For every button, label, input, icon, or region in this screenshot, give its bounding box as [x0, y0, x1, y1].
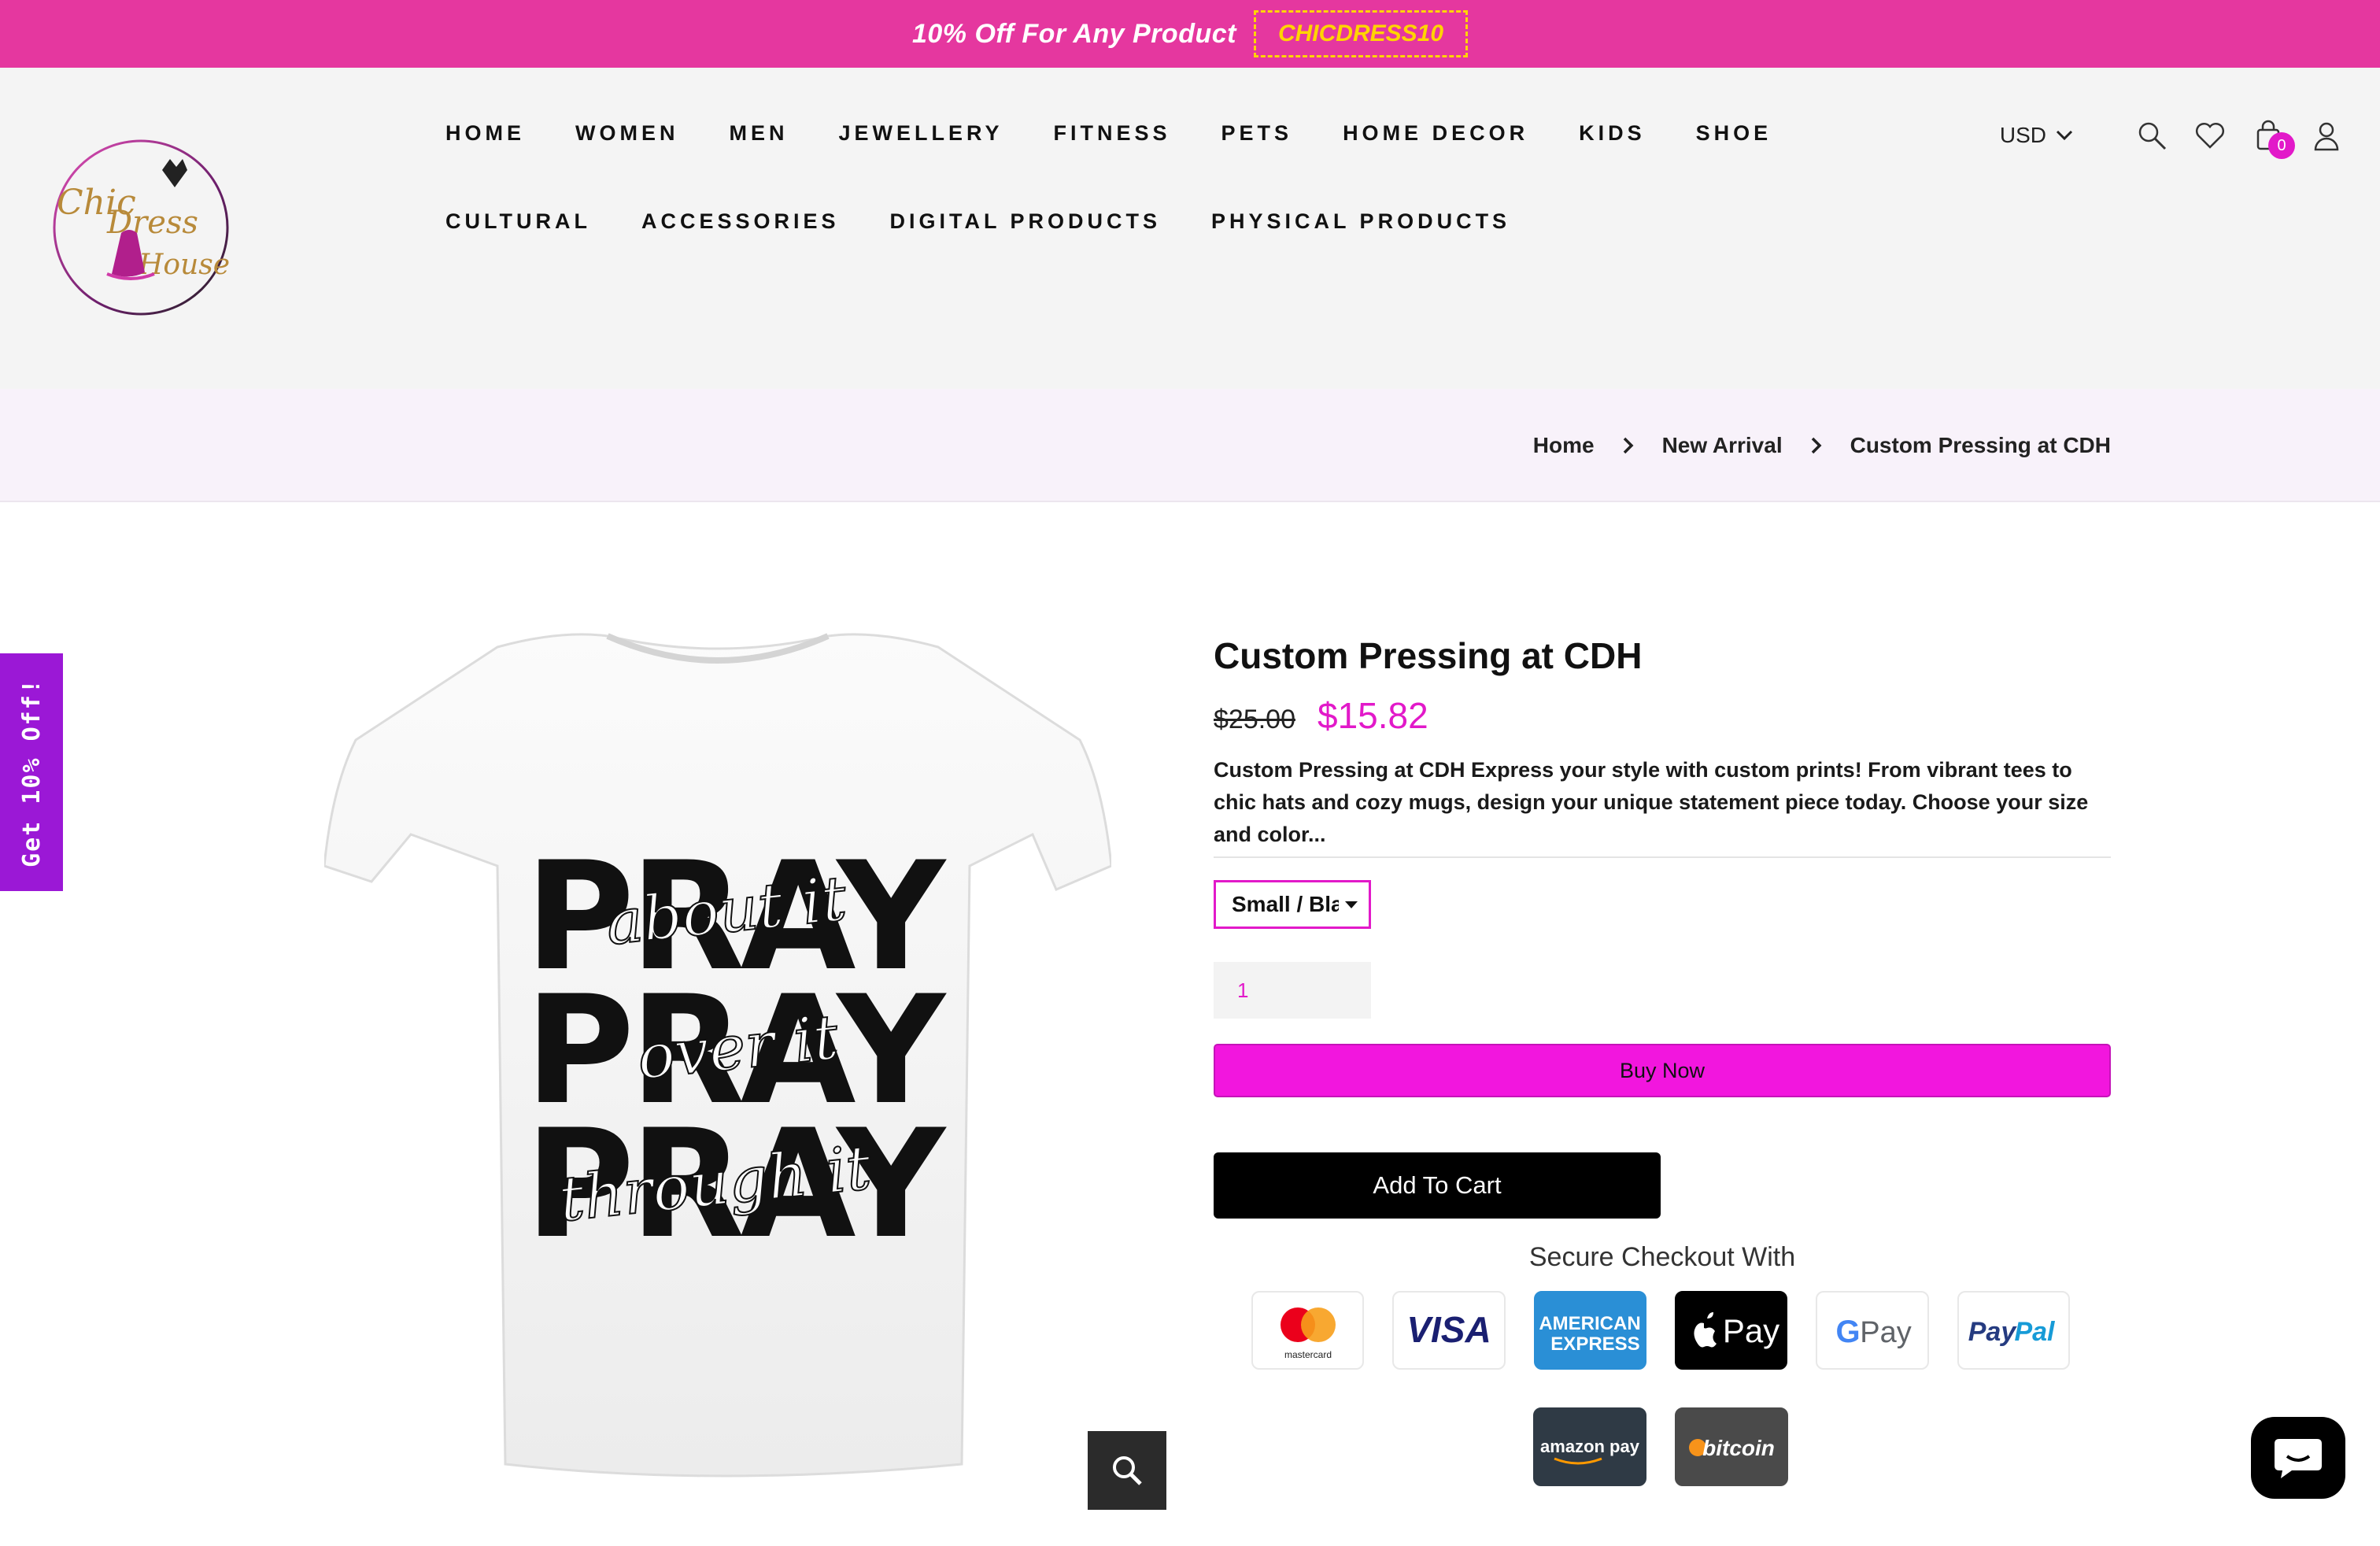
amazon-pay-icon: amazon pay	[1533, 1407, 1646, 1486]
svg-text:Pal: Pal	[2015, 1317, 2057, 1347]
svg-text:EXPRESS: EXPRESS	[1551, 1333, 1640, 1355]
google-pay-icon: G Pay	[1816, 1291, 1929, 1370]
breadcrumb-bar: Home New Arrival Custom Pressing at CDH	[0, 389, 2380, 502]
nav-jewellery[interactable]: JEWELLERY	[838, 121, 1003, 146]
currency-label: USD	[1999, 123, 2046, 147]
bitcoin-icon: bitcoin	[1675, 1407, 1788, 1486]
price-block: $25.00 $15.82	[1214, 694, 1428, 737]
nav-men[interactable]: MEN	[729, 121, 788, 146]
product-image[interactable]: PRAY PRAY PRAY about it over it through …	[323, 630, 1113, 1496]
site-logo[interactable]: Chic Dress House	[52, 139, 230, 316]
search-icon[interactable]	[2136, 120, 2168, 151]
sale-price: $15.82	[1318, 695, 1428, 736]
add-to-cart-button[interactable]: Add To Cart	[1214, 1152, 1661, 1219]
mastercard-icon: mastercard	[1251, 1291, 1365, 1370]
nav-home[interactable]: HOME	[445, 121, 525, 146]
nav-home-decor[interactable]: HOME DECOR	[1343, 121, 1528, 146]
discount-side-tab[interactable]: Get 10% Off!	[0, 653, 63, 891]
secure-checkout-title: Secure Checkout With	[1528, 1242, 1796, 1272]
compare-at-price: $25.00	[1214, 705, 1295, 734]
nav-cultural[interactable]: CULTURAL	[445, 209, 591, 234]
nav-physical-products[interactable]: PHYSICAL PRODUCTS	[1211, 209, 1510, 234]
promo-code[interactable]: CHICDRESS10	[1253, 10, 1469, 57]
nav-shoe[interactable]: SHOE	[1696, 121, 1772, 146]
american-express-icon: AMERICAN EXPRESS	[1533, 1291, 1646, 1370]
divider	[1214, 856, 2111, 858]
svg-text:bitcoin: bitcoin	[1702, 1436, 1775, 1460]
svg-text:mastercard: mastercard	[1284, 1349, 1332, 1360]
nav-accessories[interactable]: ACCESSORIES	[641, 209, 840, 234]
product-title: Custom Pressing at CDH	[1214, 635, 1643, 676]
chevron-right-icon	[1623, 437, 1634, 454]
announcement-bar: 10% Off For Any Product CHICDRESS10	[0, 0, 2380, 68]
breadcrumb-home[interactable]: Home	[1533, 433, 1595, 458]
svg-text:AMERICAN: AMERICAN	[1539, 1313, 1641, 1334]
cart-count-badge: 0	[2268, 132, 2295, 159]
discount-side-tab-label: Get 10% Off!	[17, 677, 46, 867]
svg-text:VISA: VISA	[1406, 1309, 1491, 1350]
caret-down-icon	[1345, 901, 1358, 908]
variant-selected-value: Small / Black	[1232, 892, 1339, 916]
breadcrumb: Home New Arrival Custom Pressing at CDH	[1533, 433, 2111, 458]
quantity-input[interactable]: 1	[1214, 962, 1371, 1019]
nav-pets[interactable]: PETS	[1221, 121, 1293, 146]
svg-text:Pay: Pay	[1722, 1312, 1779, 1349]
zoom-button[interactable]	[1088, 1431, 1166, 1510]
payment-methods: mastercard VISA AMERICAN EXPRESS Pay G P…	[1251, 1291, 2070, 1524]
product-description: Custom Pressing at CDH Express your styl…	[1214, 758, 2089, 846]
paypal-icon: Pay Pal	[1957, 1291, 2070, 1370]
wishlist-heart-icon[interactable]	[2194, 120, 2226, 151]
currency-selector[interactable]: USD	[2000, 123, 2073, 148]
nav-women[interactable]: WOMEN	[575, 121, 678, 146]
nav-fitness[interactable]: FITNESS	[1054, 121, 1171, 146]
nav-kids[interactable]: KIDS	[1579, 121, 1646, 146]
svg-text:Pay: Pay	[1968, 1317, 2018, 1347]
chevron-down-icon	[2056, 130, 2073, 141]
variant-select[interactable]: Small / Black	[1214, 880, 1371, 929]
chat-bubble-icon	[2275, 1439, 2322, 1478]
svg-text:Dress: Dress	[106, 205, 198, 241]
header-tools: USD 0	[2000, 120, 2342, 159]
apple-pay-icon: Pay	[1675, 1291, 1788, 1370]
announcement-message: 10% Off For Any Product	[911, 18, 1236, 49]
magnifier-icon	[1113, 1456, 1142, 1485]
chevron-right-icon	[1811, 437, 1822, 454]
breadcrumb-new-arrival[interactable]: New Arrival	[1662, 433, 1783, 458]
site-header: Chic Dress House HOME WOMEN MEN JEWELLER…	[0, 68, 2380, 389]
account-user-icon[interactable]	[2311, 120, 2342, 151]
nav-digital-products[interactable]: DIGITAL PRODUCTS	[890, 209, 1162, 234]
chat-button[interactable]	[2251, 1417, 2345, 1499]
visa-icon: VISA	[1392, 1291, 1506, 1370]
buy-now-button[interactable]: Buy Now	[1214, 1044, 2111, 1097]
cart-icon[interactable]: 0	[2252, 120, 2295, 159]
svg-text:G: G	[1835, 1315, 1860, 1349]
svg-text:amazon pay: amazon pay	[1540, 1437, 1640, 1456]
breadcrumb-current: Custom Pressing at CDH	[1850, 433, 2111, 457]
svg-text:Pay: Pay	[1860, 1316, 1911, 1349]
